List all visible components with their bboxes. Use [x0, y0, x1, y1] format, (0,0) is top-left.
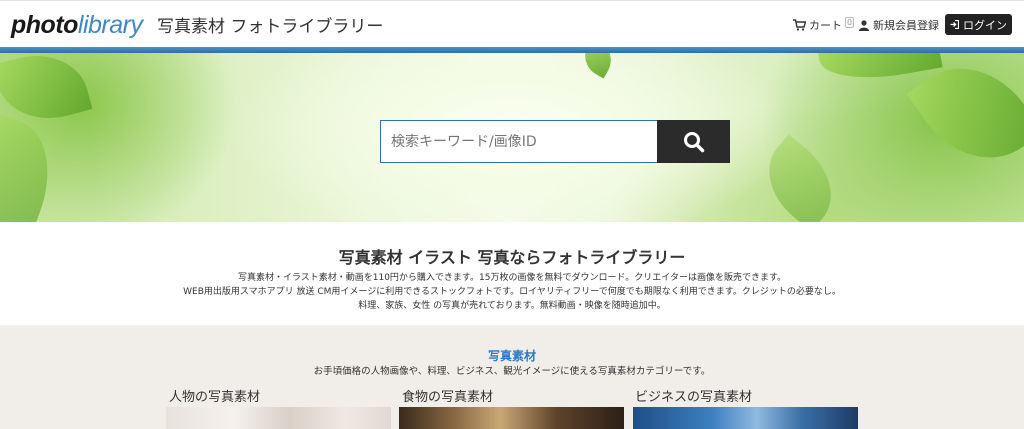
register-label: 新規会員登録	[873, 19, 939, 32]
user-icon	[859, 19, 869, 31]
hero-banner	[0, 53, 1024, 222]
leaf-decoration	[577, 53, 619, 79]
intro-heading: 写真素材 イラスト 写真ならフォトライブラリー	[338, 248, 686, 267]
site-title: 写真素材 フォトライブラリー	[157, 17, 384, 37]
category-title-business[interactable]: ビジネスの写真素材	[635, 386, 752, 405]
cart-count-badge: 0	[845, 16, 854, 28]
category-thumbnail-people[interactable]	[166, 407, 391, 429]
logo-photo: photo	[11, 11, 78, 39]
intro-line: 写真素材・イラスト素材・動画を110円から購入できます。15万枚の画像を無料でダ…	[237, 273, 787, 283]
login-label: ログイン	[963, 18, 1007, 32]
site-header: photolibrary 写真素材 フォトライブラリー カート 0 新規会員登録…	[0, 0, 1024, 47]
intro-line: WEB用出版用スマホアプリ 放送 CM用イメージに利用できるストックフォトです。…	[183, 287, 841, 297]
search-input[interactable]	[380, 120, 658, 163]
leaf-decoration	[750, 134, 850, 222]
category-thumbnail-business[interactable]	[633, 407, 858, 429]
search-icon	[683, 131, 704, 152]
cart-label: カート	[809, 19, 842, 32]
cart-link[interactable]: カート 0	[793, 16, 854, 33]
intro-line: 料理、家族、女性 の写真が売れております。無料動画・映像を随時追加中。	[358, 301, 666, 311]
login-button[interactable]: ログイン	[945, 14, 1012, 35]
register-link[interactable]: 新規会員登録	[859, 17, 939, 33]
category-heading[interactable]: 写真素材	[0, 347, 1024, 364]
login-icon	[950, 20, 959, 29]
cart-icon	[793, 19, 806, 31]
leaf-decoration	[0, 114, 67, 222]
search-button[interactable]	[657, 120, 730, 163]
category-title-people[interactable]: 人物の写真素材	[169, 386, 260, 405]
category-title-food[interactable]: 食物の写真素材	[402, 386, 493, 405]
intro-section: 写真素材 イラスト 写真ならフォトライブラリー 写真素材・イラスト素材・動画を1…	[0, 222, 1024, 325]
logo-library: library	[77, 11, 143, 39]
leaf-decoration	[906, 53, 1024, 184]
site-logo[interactable]: photolibrary	[11, 9, 143, 41]
category-thumbnail-food[interactable]	[399, 407, 624, 429]
category-description: お手頃価格の人物画像や、料理、ビジネス、観光イメージに使える写真素材カテゴリーで…	[313, 366, 711, 377]
category-section: 写真素材 お手頃価格の人物画像や、料理、ビジネス、観光イメージに使える写真素材カ…	[0, 325, 1024, 429]
